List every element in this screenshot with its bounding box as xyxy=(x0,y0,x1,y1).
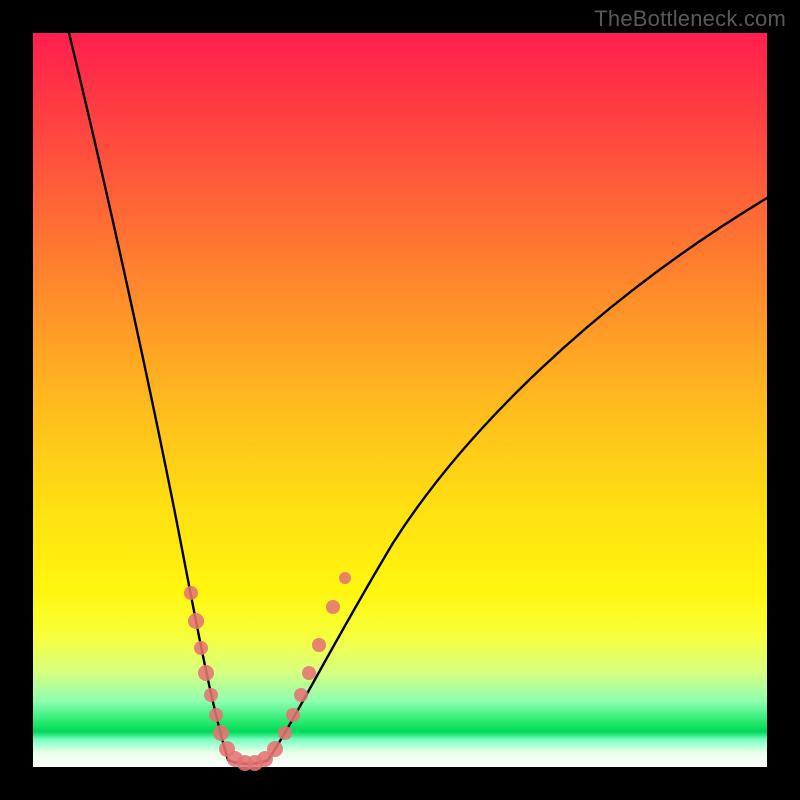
outer-frame: TheBottleneck.com xyxy=(0,0,800,800)
curve-overlay xyxy=(33,33,767,767)
bead-cluster xyxy=(184,572,351,771)
watermark-text: TheBottleneck.com xyxy=(594,6,786,32)
bottleneck-curve xyxy=(69,33,767,764)
